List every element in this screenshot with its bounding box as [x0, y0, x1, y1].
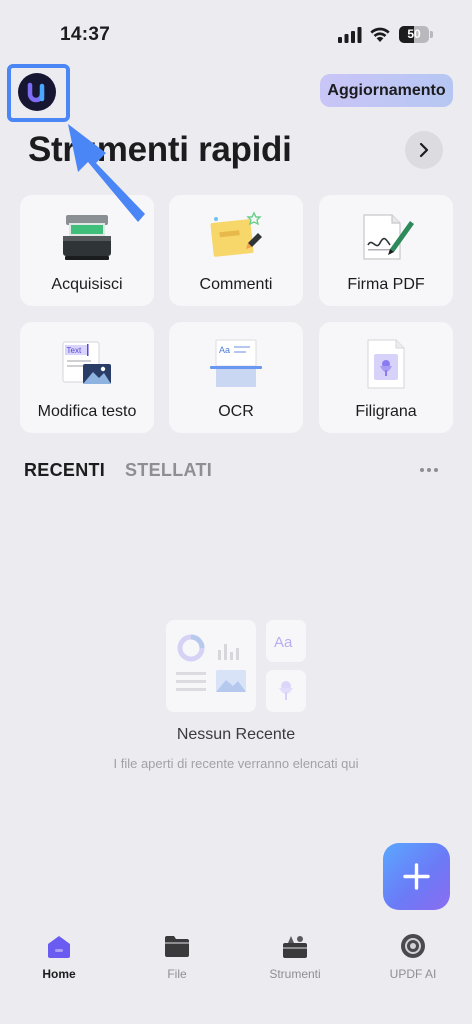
- tool-card-modifica-testo[interactable]: Text Modifica testo: [20, 322, 154, 433]
- sticky-note-icon: [210, 211, 262, 257]
- nav-item-strumenti[interactable]: Strumenti: [236, 925, 354, 995]
- tool-label: OCR: [218, 403, 254, 420]
- nav-item-home[interactable]: Home: [0, 925, 118, 995]
- more-options-icon[interactable]: [418, 466, 440, 474]
- ocr-icon: Aa: [210, 339, 262, 387]
- tool-card-acquisisci[interactable]: Acquisisci: [20, 195, 154, 306]
- updf-logo-icon: [27, 82, 45, 103]
- nav-item-file[interactable]: File: [118, 925, 236, 995]
- plus-icon: [403, 863, 430, 890]
- tool-label: Modifica testo: [37, 403, 137, 420]
- nav-label: UPDF AI: [389, 967, 437, 981]
- edit-text-icon: Text: [62, 341, 111, 384]
- tab-recenti[interactable]: RECENTI: [24, 460, 105, 481]
- nav-label: Strumenti: [269, 967, 321, 981]
- svg-text:Aa: Aa: [274, 634, 293, 651]
- folder-icon: [165, 936, 189, 957]
- quick-tools-more-button[interactable]: [405, 131, 443, 169]
- empty-state-title: Nessun Recente: [176, 726, 296, 743]
- tool-label: Firma PDF: [347, 276, 425, 293]
- svg-text:Text: Text: [67, 346, 82, 355]
- svg-text:Aa: Aa: [219, 345, 230, 355]
- nav-label: File: [167, 967, 187, 981]
- section-title: Strumenti rapidi: [28, 130, 292, 169]
- tool-card-ocr[interactable]: Aa OCR: [169, 322, 303, 433]
- status-time: 14:37: [60, 24, 111, 45]
- tool-label: Acquisisci: [51, 276, 123, 293]
- signature-icon: [363, 214, 414, 260]
- add-button[interactable]: [383, 843, 450, 910]
- battery-level: 50: [407, 27, 421, 41]
- nav-item-updf-ai[interactable]: UPDF AI: [354, 925, 472, 995]
- chevron-right-icon: [419, 142, 429, 158]
- nav-label: Home: [42, 967, 76, 981]
- tool-card-commenti[interactable]: Commenti: [169, 195, 303, 306]
- tool-card-firma-pdf[interactable]: Firma PDF: [319, 195, 453, 306]
- battery-icon: 50: [399, 26, 433, 43]
- watermark-icon: [367, 339, 405, 389]
- empty-state-illustration-icon: Aa: [166, 620, 306, 712]
- home-icon: [48, 936, 70, 958]
- update-button[interactable]: Aggiornamento: [320, 74, 453, 107]
- empty-state-subtitle: I file aperti di recente verranno elenca…: [113, 756, 359, 771]
- toolbox-icon: [283, 936, 307, 958]
- ai-icon: [401, 934, 425, 958]
- tab-stellati[interactable]: STELLATI: [125, 460, 212, 481]
- profile-avatar-button[interactable]: [18, 73, 56, 111]
- wifi-icon: [370, 27, 390, 42]
- tool-card-filigrana[interactable]: Filigrana: [319, 322, 453, 433]
- scanner-icon: [63, 215, 111, 260]
- tool-label: Commenti: [199, 276, 273, 293]
- cellular-signal-icon: [338, 27, 362, 43]
- tool-label: Filigrana: [355, 403, 417, 420]
- status-bar: 14:37 50: [0, 0, 472, 62]
